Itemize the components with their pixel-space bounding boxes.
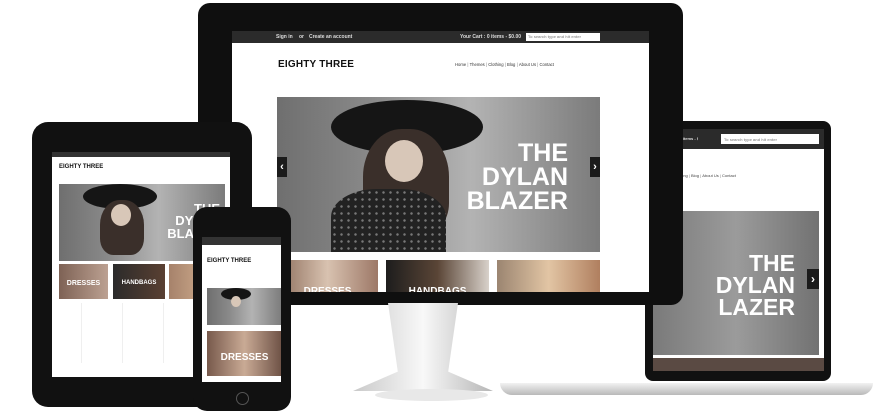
desktop-nav-home[interactable]: Home — [455, 62, 466, 67]
laptop-base — [500, 383, 873, 395]
desktop-topbar: Sign in or Create an account Your Cart :… — [232, 31, 649, 43]
desktop-nav-clothing[interactable]: Clothing — [488, 62, 503, 67]
tablet-model-face — [111, 204, 131, 226]
desktop-dresses-label: DRESSES — [303, 286, 352, 292]
laptop-search-input[interactable]: To search type and hit enter — [721, 134, 819, 144]
laptop-next-arrow[interactable]: › — [807, 269, 819, 289]
phone-dresses-tile[interactable]: DRESSES — [207, 331, 281, 376]
desktop-hero-line3: BLAZER — [466, 186, 568, 215]
desktop-third-tile[interactable] — [497, 260, 600, 292]
phone-device: EIGHTY THREE DRESSES — [193, 207, 291, 411]
laptop-nav-about[interactable]: About Us — [702, 173, 718, 178]
phone-screen: EIGHTY THREE DRESSES — [202, 237, 281, 382]
laptop-nav-contact[interactable]: Contact — [722, 173, 736, 178]
desktop-nav-contact[interactable]: Contact — [540, 62, 554, 67]
desktop-stand-base — [375, 389, 488, 401]
responsive-devices-scene: Your Cart : 0 items - $0.00 To search ty… — [0, 0, 890, 412]
laptop-category-strip — [653, 358, 824, 371]
phone-model-face — [231, 296, 241, 307]
desktop-hero-text: THE DYLAN BLAZER — [466, 141, 568, 215]
desktop-search-input[interactable]: To search type and hit enter — [526, 33, 600, 41]
desktop-nav: Home | Themes | Clothing | Blog | About … — [455, 62, 554, 67]
tablet-dresses-tile[interactable]: DRESSES — [59, 264, 108, 299]
desktop-brand[interactable]: EIGHTY THREE — [278, 59, 354, 70]
desktop-model-coat — [331, 189, 446, 252]
desktop-model-face — [385, 140, 423, 182]
tablet-topbar — [52, 152, 230, 157]
phone-dresses-label: DRESSES — [220, 352, 269, 363]
desktop-next-arrow[interactable]: › — [590, 157, 600, 177]
tablet-brand[interactable]: EIGHTY THREE — [59, 164, 103, 170]
desktop-handbags-tile[interactable]: HANDBAGS — [386, 260, 489, 292]
phone-home-button[interactable] — [236, 392, 249, 405]
phone-topbar — [202, 237, 281, 245]
desktop-dresses-tile[interactable]: DRESSES — [277, 260, 378, 292]
desktop-cart-text[interactable]: Your Cart : 0 items - $0.00 — [460, 34, 521, 40]
tablet-handbags-label: HANDBAGS — [121, 280, 157, 286]
desktop-nav-themes[interactable]: Themes — [470, 62, 485, 67]
desktop-handbags-label: HANDBAGS — [408, 286, 467, 292]
laptop-nav-blog[interactable]: Blog — [691, 173, 699, 178]
desktop-hero-line2: DYLAN — [481, 162, 568, 191]
laptop-hero-line3: LAZER — [718, 293, 795, 320]
desktop-prev-arrow[interactable]: ‹ — [277, 157, 287, 177]
desktop-signin-link[interactable]: Sign in — [276, 34, 293, 40]
desktop-nav-about[interactable]: About Us — [519, 62, 536, 67]
tablet-handbags-tile[interactable]: HANDBAGS — [113, 264, 165, 299]
desktop-create-account-link[interactable]: Create an account — [309, 34, 352, 40]
desktop-nav-blog[interactable]: Blog — [507, 62, 515, 67]
phone-brand[interactable]: EIGHTY THREE — [207, 258, 251, 264]
desktop-hero-image: THE DYLAN BLAZER ‹ › — [277, 97, 600, 252]
phone-hero-image — [207, 288, 281, 325]
desktop-screen: Sign in or Create an account Your Cart :… — [232, 31, 649, 292]
desktop-or-text: or — [299, 34, 304, 40]
tablet-dresses-label: DRESSES — [66, 280, 101, 287]
laptop-hero-text: THE DYLAN LAZER — [716, 252, 795, 320]
desktop-stand — [353, 303, 493, 391]
